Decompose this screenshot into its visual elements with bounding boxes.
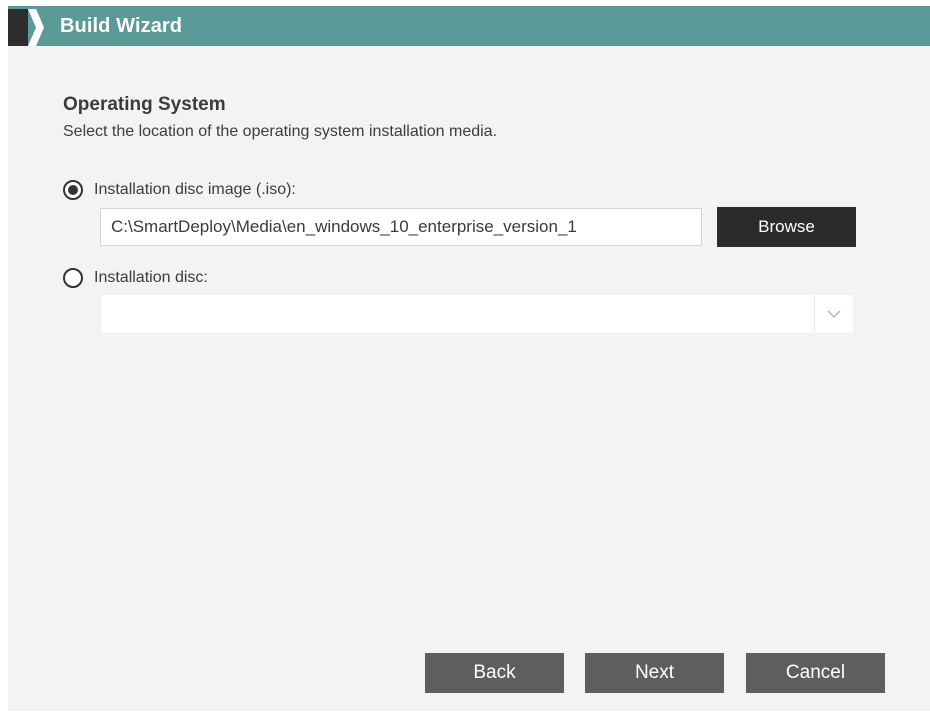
page-title: Operating System (63, 94, 226, 115)
title-bar: Build Wizard (8, 6, 930, 46)
iso-option[interactable]: Installation disc image (.iso): (63, 180, 296, 200)
build-wizard-window: Build Wizard Operating System Select the… (8, 6, 930, 711)
window-title: Build Wizard (60, 15, 183, 37)
cancel-button[interactable]: Cancel (746, 653, 885, 693)
chevron-down-icon[interactable] (814, 295, 853, 333)
browse-button[interactable]: Browse (717, 207, 856, 247)
disc-option-label: Installation disc: (94, 269, 208, 286)
disc-option[interactable]: Installation disc: (63, 268, 208, 288)
smartdeploy-logo-icon (8, 9, 50, 46)
disc-dropdown[interactable] (100, 294, 854, 334)
iso-path-field[interactable] (100, 208, 702, 246)
iso-option-label: Installation disc image (.iso): (94, 181, 296, 198)
page-subtitle: Select the location of the operating sys… (63, 123, 498, 140)
disc-radio-button[interactable] (63, 268, 83, 288)
wizard-content: Operating System Select the location of … (8, 46, 930, 711)
next-button[interactable]: Next (585, 653, 724, 693)
back-button[interactable]: Back (425, 653, 564, 693)
iso-radio-button[interactable] (63, 180, 83, 200)
